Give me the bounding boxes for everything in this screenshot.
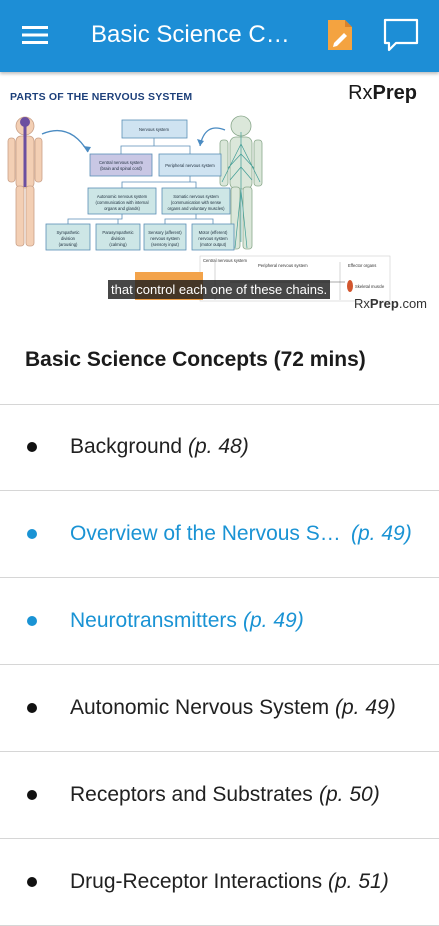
slide-title: PARTS OF THE NERVOUS SYSTEM xyxy=(10,91,193,103)
topic-page: (p. 49) xyxy=(243,609,304,632)
bullet-icon xyxy=(27,442,37,452)
app-bar: Basic Science Concepts (72 mins) xyxy=(0,0,439,72)
svg-text:Somatic nervous system: Somatic nervous system xyxy=(173,194,219,199)
rxprep-logo: RxPrep xyxy=(348,82,417,104)
list-item[interactable]: Receptors and Substrates (p. 50) xyxy=(0,752,439,839)
topic-page: (p. 49) xyxy=(351,522,412,545)
list-item[interactable]: Neurotransmitters (p. 49) xyxy=(0,578,439,665)
section-title: Basic Science Concepts (72 mins) xyxy=(25,348,366,371)
svg-text:Motor (efferent): Motor (efferent) xyxy=(199,230,228,235)
topic-label: Neurotransmitters xyxy=(70,609,237,632)
video-player[interactable]: Nervous system Central nervous system (b… xyxy=(0,72,439,322)
section-header: Basic Science Concepts (72 mins) xyxy=(0,322,439,405)
chat-bubble-icon xyxy=(383,18,419,52)
svg-text:(calming): (calming) xyxy=(109,242,127,247)
menu-button[interactable] xyxy=(18,18,52,52)
bullet-icon xyxy=(27,790,37,800)
svg-text:Nervous system: Nervous system xyxy=(139,127,170,132)
svg-text:Sensory (afferent): Sensory (afferent) xyxy=(148,230,182,235)
list-item[interactable]: Autonomic Nervous System (p. 49) xyxy=(0,665,439,752)
svg-text:(motor output): (motor output) xyxy=(200,242,227,247)
topic-label: Background xyxy=(70,435,183,458)
chat-button[interactable] xyxy=(382,17,420,53)
svg-text:Autonomic nervous system: Autonomic nervous system xyxy=(97,194,148,199)
topic-label: Drug-Receptor Interactions xyxy=(70,870,323,893)
svg-text:(arousing): (arousing) xyxy=(59,242,78,247)
bullet-icon xyxy=(27,877,37,887)
topic-page: (p. 49) xyxy=(335,696,396,719)
bullet-icon xyxy=(27,529,37,539)
svg-text:Parasympathetic: Parasympathetic xyxy=(102,230,133,235)
topic-list: Background (p. 48) Overview of the Nervo… xyxy=(0,404,439,926)
svg-text:division: division xyxy=(111,236,126,241)
svg-text:Effector organs: Effector organs xyxy=(348,263,376,268)
list-item[interactable]: Drug-Receptor Interactions (p. 51) xyxy=(0,839,439,926)
bullet-icon xyxy=(27,703,37,713)
topic-page: (p. 48) xyxy=(188,435,249,458)
svg-text:(sensory input): (sensory input) xyxy=(151,242,179,247)
svg-text:Central nervous system: Central nervous system xyxy=(203,258,247,263)
topic-label: Autonomic Nervous System xyxy=(70,696,330,719)
svg-text:(brain and spinal cord): (brain and spinal cord) xyxy=(100,166,142,171)
app-bar-title: Basic Science Concepts (72 mins) xyxy=(91,21,301,48)
rxprep-url: RxPrep.com xyxy=(354,296,427,311)
svg-text:division: division xyxy=(61,236,76,241)
svg-text:Skeletal muscle: Skeletal muscle xyxy=(355,284,385,289)
document-edit-icon xyxy=(328,20,352,50)
svg-text:nervous system: nervous system xyxy=(150,236,180,241)
list-item[interactable]: Background (p. 48) xyxy=(0,404,439,491)
topic-page: (p. 51) xyxy=(328,870,389,893)
topic-label: Receptors and Substrates xyxy=(70,783,313,806)
svg-text:Peripheral nervous system: Peripheral nervous system xyxy=(165,163,215,168)
topic-page: (p. 50) xyxy=(319,783,380,806)
bullet-icon xyxy=(27,616,37,626)
list-item[interactable]: Overview of the Nervous System (p. 49) xyxy=(0,491,439,578)
video-caption: that control each one of these chains. xyxy=(108,280,331,299)
svg-text:Peripheral nervous system: Peripheral nervous system xyxy=(258,263,308,268)
hamburger-menu-icon xyxy=(22,26,48,44)
svg-text:Sympathetic: Sympathetic xyxy=(56,230,79,235)
svg-text:nervous system: nervous system xyxy=(198,236,228,241)
svg-text:organs and voluntary muscles): organs and voluntary muscles) xyxy=(167,206,225,211)
svg-text:(communication with sense: (communication with sense xyxy=(171,200,222,205)
document-button[interactable] xyxy=(326,18,354,52)
svg-text:organs and glands): organs and glands) xyxy=(104,206,140,211)
svg-text:Central nervous system: Central nervous system xyxy=(99,160,143,165)
topic-label: Overview of the Nervous System xyxy=(70,522,345,545)
svg-text:(communication with internal: (communication with internal xyxy=(95,200,148,205)
